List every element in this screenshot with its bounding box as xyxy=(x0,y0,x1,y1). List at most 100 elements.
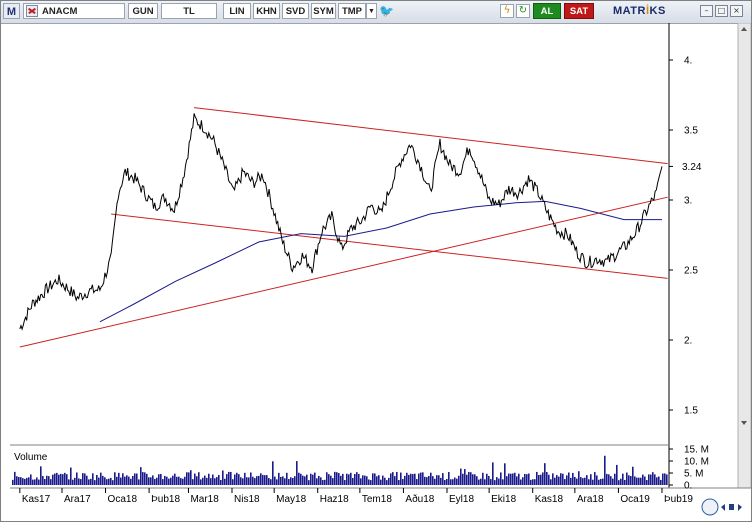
volume-bar xyxy=(120,477,122,485)
maximize-icon[interactable]: □ xyxy=(715,5,728,17)
volume-bar xyxy=(502,479,504,485)
volume-bar xyxy=(444,480,446,485)
volume-bar xyxy=(36,477,38,485)
volume-bar xyxy=(12,479,14,485)
volume-bar xyxy=(390,473,392,485)
sell-button[interactable]: SAT xyxy=(564,3,594,19)
volume-bar xyxy=(62,474,64,485)
volume-bar xyxy=(58,474,60,485)
volume-bar xyxy=(128,476,130,485)
volume-bar xyxy=(420,472,422,485)
scroll-stop-icon[interactable] xyxy=(729,504,734,510)
volume-bar xyxy=(426,477,428,485)
volume-bar xyxy=(562,473,564,485)
volume-bar xyxy=(168,478,170,485)
volume-bar xyxy=(134,473,136,485)
volume-bar xyxy=(482,472,484,485)
volume-bar xyxy=(260,473,262,485)
price-chart[interactable]: 4. 3.5 3. 2.5 2. 1.5 3.24 Volume 15. M10. M5. … xyxy=(1,23,751,521)
close-icon[interactable]: × xyxy=(730,5,743,17)
x-tick-label: Oca19 xyxy=(620,494,650,505)
volume-bar xyxy=(398,480,400,485)
volume-bar xyxy=(416,479,418,485)
vertical-scrollbar[interactable] xyxy=(737,23,751,489)
volume-bar xyxy=(546,471,548,485)
volume-bar xyxy=(216,477,218,485)
volume-bar xyxy=(528,473,530,485)
x-tick-label: Ara17 xyxy=(64,494,91,505)
volume-bar xyxy=(664,473,666,485)
volume-bar xyxy=(522,477,524,485)
volume-bar xyxy=(206,477,208,485)
volume-bar xyxy=(200,479,202,485)
toolbar: M ANACM GUN TL LIN KHN SVD SYM TMP ▼ 🐦 ϟ… xyxy=(1,1,751,24)
volume-bar xyxy=(514,472,516,485)
volume-bar xyxy=(430,472,432,485)
refresh-icon[interactable]: ↻ xyxy=(516,4,530,18)
volume-bar xyxy=(172,475,174,485)
volume-bar xyxy=(218,474,220,485)
sym-button[interactable]: SYM xyxy=(311,3,336,19)
volume-bar xyxy=(110,477,112,485)
volume-bar xyxy=(68,479,70,485)
y-tick-label: 3. xyxy=(684,196,692,207)
x-tick-label: Mar18 xyxy=(190,494,219,505)
x-tick-label: Oca18 xyxy=(108,494,138,505)
volume-bar xyxy=(652,472,654,485)
tmp-button[interactable]: TMP xyxy=(338,3,366,19)
volume-bar xyxy=(356,472,358,485)
matriks-logo-button[interactable]: M xyxy=(3,3,20,19)
volume-bar xyxy=(506,476,508,485)
scroll-left-icon[interactable] xyxy=(721,504,725,511)
twitter-icon[interactable]: 🐦 xyxy=(379,4,394,18)
brand-logo: MATRİKS xyxy=(613,5,666,17)
volume-bar xyxy=(584,477,586,485)
volume-bar xyxy=(86,475,88,485)
volume-bar xyxy=(552,473,554,485)
bolt-icon[interactable]: ϟ xyxy=(500,4,514,18)
volume-bar xyxy=(210,478,212,485)
volume-bar xyxy=(88,479,90,485)
volume-bar xyxy=(92,473,94,485)
volume-bar xyxy=(240,477,242,485)
svd-button[interactable]: SVD xyxy=(282,3,309,19)
volume-bar xyxy=(620,478,622,485)
volume-bar xyxy=(386,480,388,485)
volume-bar xyxy=(382,475,384,485)
volume-bar xyxy=(400,472,402,485)
volume-bar xyxy=(574,476,576,485)
volume-bar xyxy=(540,474,542,485)
volume-bar xyxy=(542,472,544,485)
minimize-icon[interactable]: – xyxy=(700,5,713,17)
volume-bar xyxy=(380,479,382,485)
dropdown-icon[interactable]: ▼ xyxy=(366,3,377,19)
volume-bar xyxy=(112,480,114,485)
volume-bar xyxy=(52,474,54,485)
period-button[interactable]: GUN xyxy=(128,3,158,19)
scale-button[interactable]: LIN xyxy=(223,3,251,19)
volume-bar xyxy=(440,477,442,485)
volume-bar xyxy=(662,473,664,485)
volume-bar xyxy=(166,476,168,485)
volume-bar xyxy=(102,475,104,485)
volume-bar xyxy=(26,477,28,485)
buy-button[interactable]: AL xyxy=(533,3,561,19)
symbol-field[interactable]: ANACM xyxy=(23,3,125,19)
last-value-label: 3.24 xyxy=(682,162,702,173)
currency-button[interactable]: TL xyxy=(161,3,217,19)
volume-bar xyxy=(446,478,448,485)
nav-logo-icon[interactable] xyxy=(701,498,719,516)
volume-bar xyxy=(66,474,68,485)
volume-bar xyxy=(336,472,338,485)
volume-bar xyxy=(174,473,176,485)
volume-bar xyxy=(500,472,502,485)
volume-bar xyxy=(418,473,420,485)
volume-bar xyxy=(556,475,558,485)
chart-type-icon[interactable] xyxy=(26,5,38,17)
volume-bar xyxy=(198,472,200,485)
scroll-right-icon[interactable] xyxy=(738,504,742,511)
volume-bar xyxy=(48,476,50,485)
khn-button[interactable]: KHN xyxy=(253,3,280,19)
volume-bar xyxy=(146,473,148,485)
volume-bar xyxy=(346,473,348,485)
